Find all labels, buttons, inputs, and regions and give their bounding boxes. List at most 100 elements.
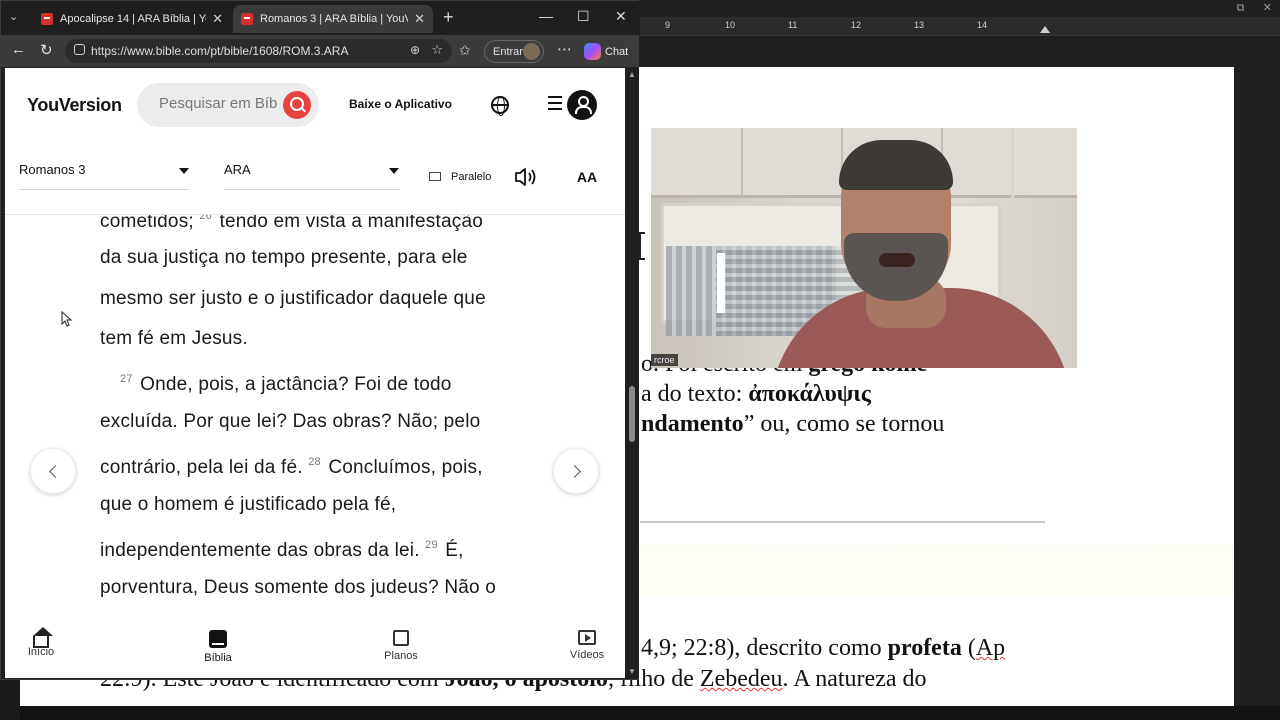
book-chapter-value: Romanos 3 [19, 162, 86, 177]
font-size-button[interactable]: AA [571, 162, 603, 192]
webcam-label: rcroe [651, 354, 678, 366]
site-header: YouVersion Baixe o Aplicativo Romanos 3 … [5, 68, 625, 215]
verse-line: mesmo ser justo e o justificador daquele… [100, 288, 486, 309]
doc-horizontal-rule [640, 521, 1045, 523]
avatar [523, 43, 540, 60]
back-icon[interactable]: ← [11, 41, 26, 58]
browser-toolbar: ← ↻ https://www.bible.com/pt/bible/1608/… [1, 35, 639, 67]
verse-line: da sua justiça no tempo presente, para e… [100, 247, 468, 268]
scroll-thumb[interactable] [629, 386, 635, 442]
bible-favicon-icon [41, 13, 53, 25]
minimize-icon[interactable]: — [539, 8, 553, 24]
bible-icon [209, 630, 227, 648]
previous-chapter-button[interactable] [30, 448, 76, 494]
chevron-down-icon [389, 168, 399, 174]
verse-line: independentemente das obras da lei. 29 É… [100, 539, 464, 561]
webcam-video [651, 128, 1077, 368]
close-icon[interactable]: ✕ [414, 11, 425, 27]
doc-bottom-strip [0, 706, 1280, 720]
webpage-viewport: cometidos; 26 tendo em vista a manifesta… [5, 68, 625, 678]
address-bar[interactable]: https://www.bible.com/pt/bible/1608/ROM.… [65, 39, 452, 63]
nav-label: Planos [384, 650, 418, 662]
verse-number: 28 [308, 456, 321, 468]
plans-icon [393, 630, 409, 646]
doc-bracket-mark [639, 232, 645, 260]
ruler-number: 11 [788, 20, 798, 30]
version-value: ARA [224, 162, 251, 177]
word-titlebar: ⧉ ✕ [640, 0, 1280, 17]
verse-line: contrário, pela lei da fé. 28 Concluímos… [100, 456, 483, 478]
word-window-controls: ⧉ ✕ [1236, 2, 1272, 14]
copilot-icon [584, 43, 601, 60]
more-icon[interactable]: ⋯ [557, 40, 572, 58]
nav-label: Bíblia [204, 652, 232, 664]
search-box[interactable] [137, 83, 319, 127]
refresh-icon[interactable]: ↻ [40, 41, 53, 59]
hamburger-menu-icon[interactable] [548, 96, 562, 110]
tab-title: Romanos 3 | ARA Bíblia | YouVersion [260, 13, 408, 25]
ruler-number: 12 [851, 20, 862, 30]
word-ruler[interactable]: 9 10 11 12 13 14 [640, 17, 1280, 36]
parallel-button[interactable]: Paralelo [429, 171, 491, 183]
tab-romanos[interactable]: Romanos 3 | ARA Bíblia | YouVersion ✕ [233, 5, 433, 33]
parallel-icon [429, 172, 441, 181]
ruler-number: 14 [977, 20, 988, 30]
tab-bar: ⌄ Apocalipse 14 | ARA Bíblia | YouVersio… [1, 1, 639, 35]
search-icon[interactable] [283, 91, 311, 119]
verse-line: excluída. Por que lei? Das obras? Não; p… [100, 411, 481, 432]
page-scrollbar[interactable]: ▲ ▼ [625, 68, 639, 678]
globe-icon[interactable] [491, 96, 509, 116]
chevron-down-icon [179, 168, 189, 174]
bible-favicon-icon [241, 13, 253, 25]
doc-line-3: ndamento” ou, como se tornou [641, 411, 945, 437]
star-icon[interactable]: ☆ [431, 42, 443, 58]
verse-line: 27 Onde, pois, a jactância? Foi de todo [120, 373, 452, 395]
ruler-indent-marker[interactable] [1040, 26, 1050, 33]
verse-line: que o homem é justificado pela fé, [100, 494, 397, 515]
videos-icon [578, 630, 596, 645]
close-icon[interactable]: ✕ [212, 11, 223, 27]
verse-number: 29 [425, 539, 438, 551]
book-chapter-select[interactable]: Romanos 3 [19, 162, 189, 190]
chat-label: Chat [605, 45, 629, 58]
verse-line: tem fé em Jesus. [100, 328, 248, 349]
home-icon [33, 627, 53, 648]
download-app-link[interactable]: Baixe o Aplicativo [349, 97, 452, 111]
url-text[interactable]: https://www.bible.com/pt/bible/1608/ROM.… [91, 44, 348, 58]
lock-icon [74, 44, 85, 55]
zoom-icon[interactable]: ⊕ [410, 43, 420, 57]
scroll-up-icon[interactable]: ▲ [628, 70, 636, 79]
copilot-chat-button[interactable]: Chat [580, 40, 635, 63]
tab-dropdown-icon[interactable]: ⌄ [9, 10, 18, 23]
nav-label: Vídeos [569, 649, 605, 661]
nav-bible[interactable]: Bíblia [183, 630, 253, 664]
version-select[interactable]: ARA [224, 162, 399, 190]
browser-window[interactable]: ⌄ Apocalipse 14 | ARA Bíblia | YouVersio… [0, 0, 639, 680]
maximize-icon[interactable]: ☐ [577, 8, 590, 25]
favorites-icon[interactable]: ✩ [459, 42, 471, 59]
speaker-icon [515, 168, 536, 186]
doc-line-4: 4,9; 22:8), descrito como profeta (Ap [641, 635, 1006, 661]
bottom-navigation: Início Bíblia Planos Vídeos [5, 620, 625, 678]
signin-button[interactable]: Entrar [484, 40, 544, 63]
youversion-logo[interactable]: YouVersion [27, 95, 122, 116]
nav-videos[interactable]: Vídeos [552, 630, 622, 661]
nav-plans[interactable]: Planos [366, 630, 436, 662]
header-divider [5, 214, 625, 215]
ruler-number: 10 [725, 20, 736, 30]
tab-apocalipse[interactable]: Apocalipse 14 | ARA Bíblia | YouVersion … [33, 5, 231, 33]
nav-home[interactable]: Início [6, 627, 76, 658]
close-window-icon[interactable]: ✕ [615, 8, 627, 25]
user-profile-icon[interactable] [567, 90, 597, 120]
ruler-number: 9 [665, 20, 671, 30]
new-tab-icon[interactable]: + [443, 7, 454, 28]
signin-label: Entrar [493, 45, 523, 58]
search-input[interactable] [159, 95, 277, 112]
taskbar-fragment [0, 680, 20, 720]
audio-button[interactable] [511, 162, 541, 192]
parallel-label: Paralelo [451, 171, 492, 183]
tab-title: Apocalipse 14 | ARA Bíblia | YouVersion [60, 13, 206, 25]
scroll-down-icon[interactable]: ▼ [628, 667, 636, 676]
verse-line: porventura, Deus somente dos judeus? Não… [100, 577, 497, 598]
next-chapter-button[interactable] [553, 448, 599, 494]
